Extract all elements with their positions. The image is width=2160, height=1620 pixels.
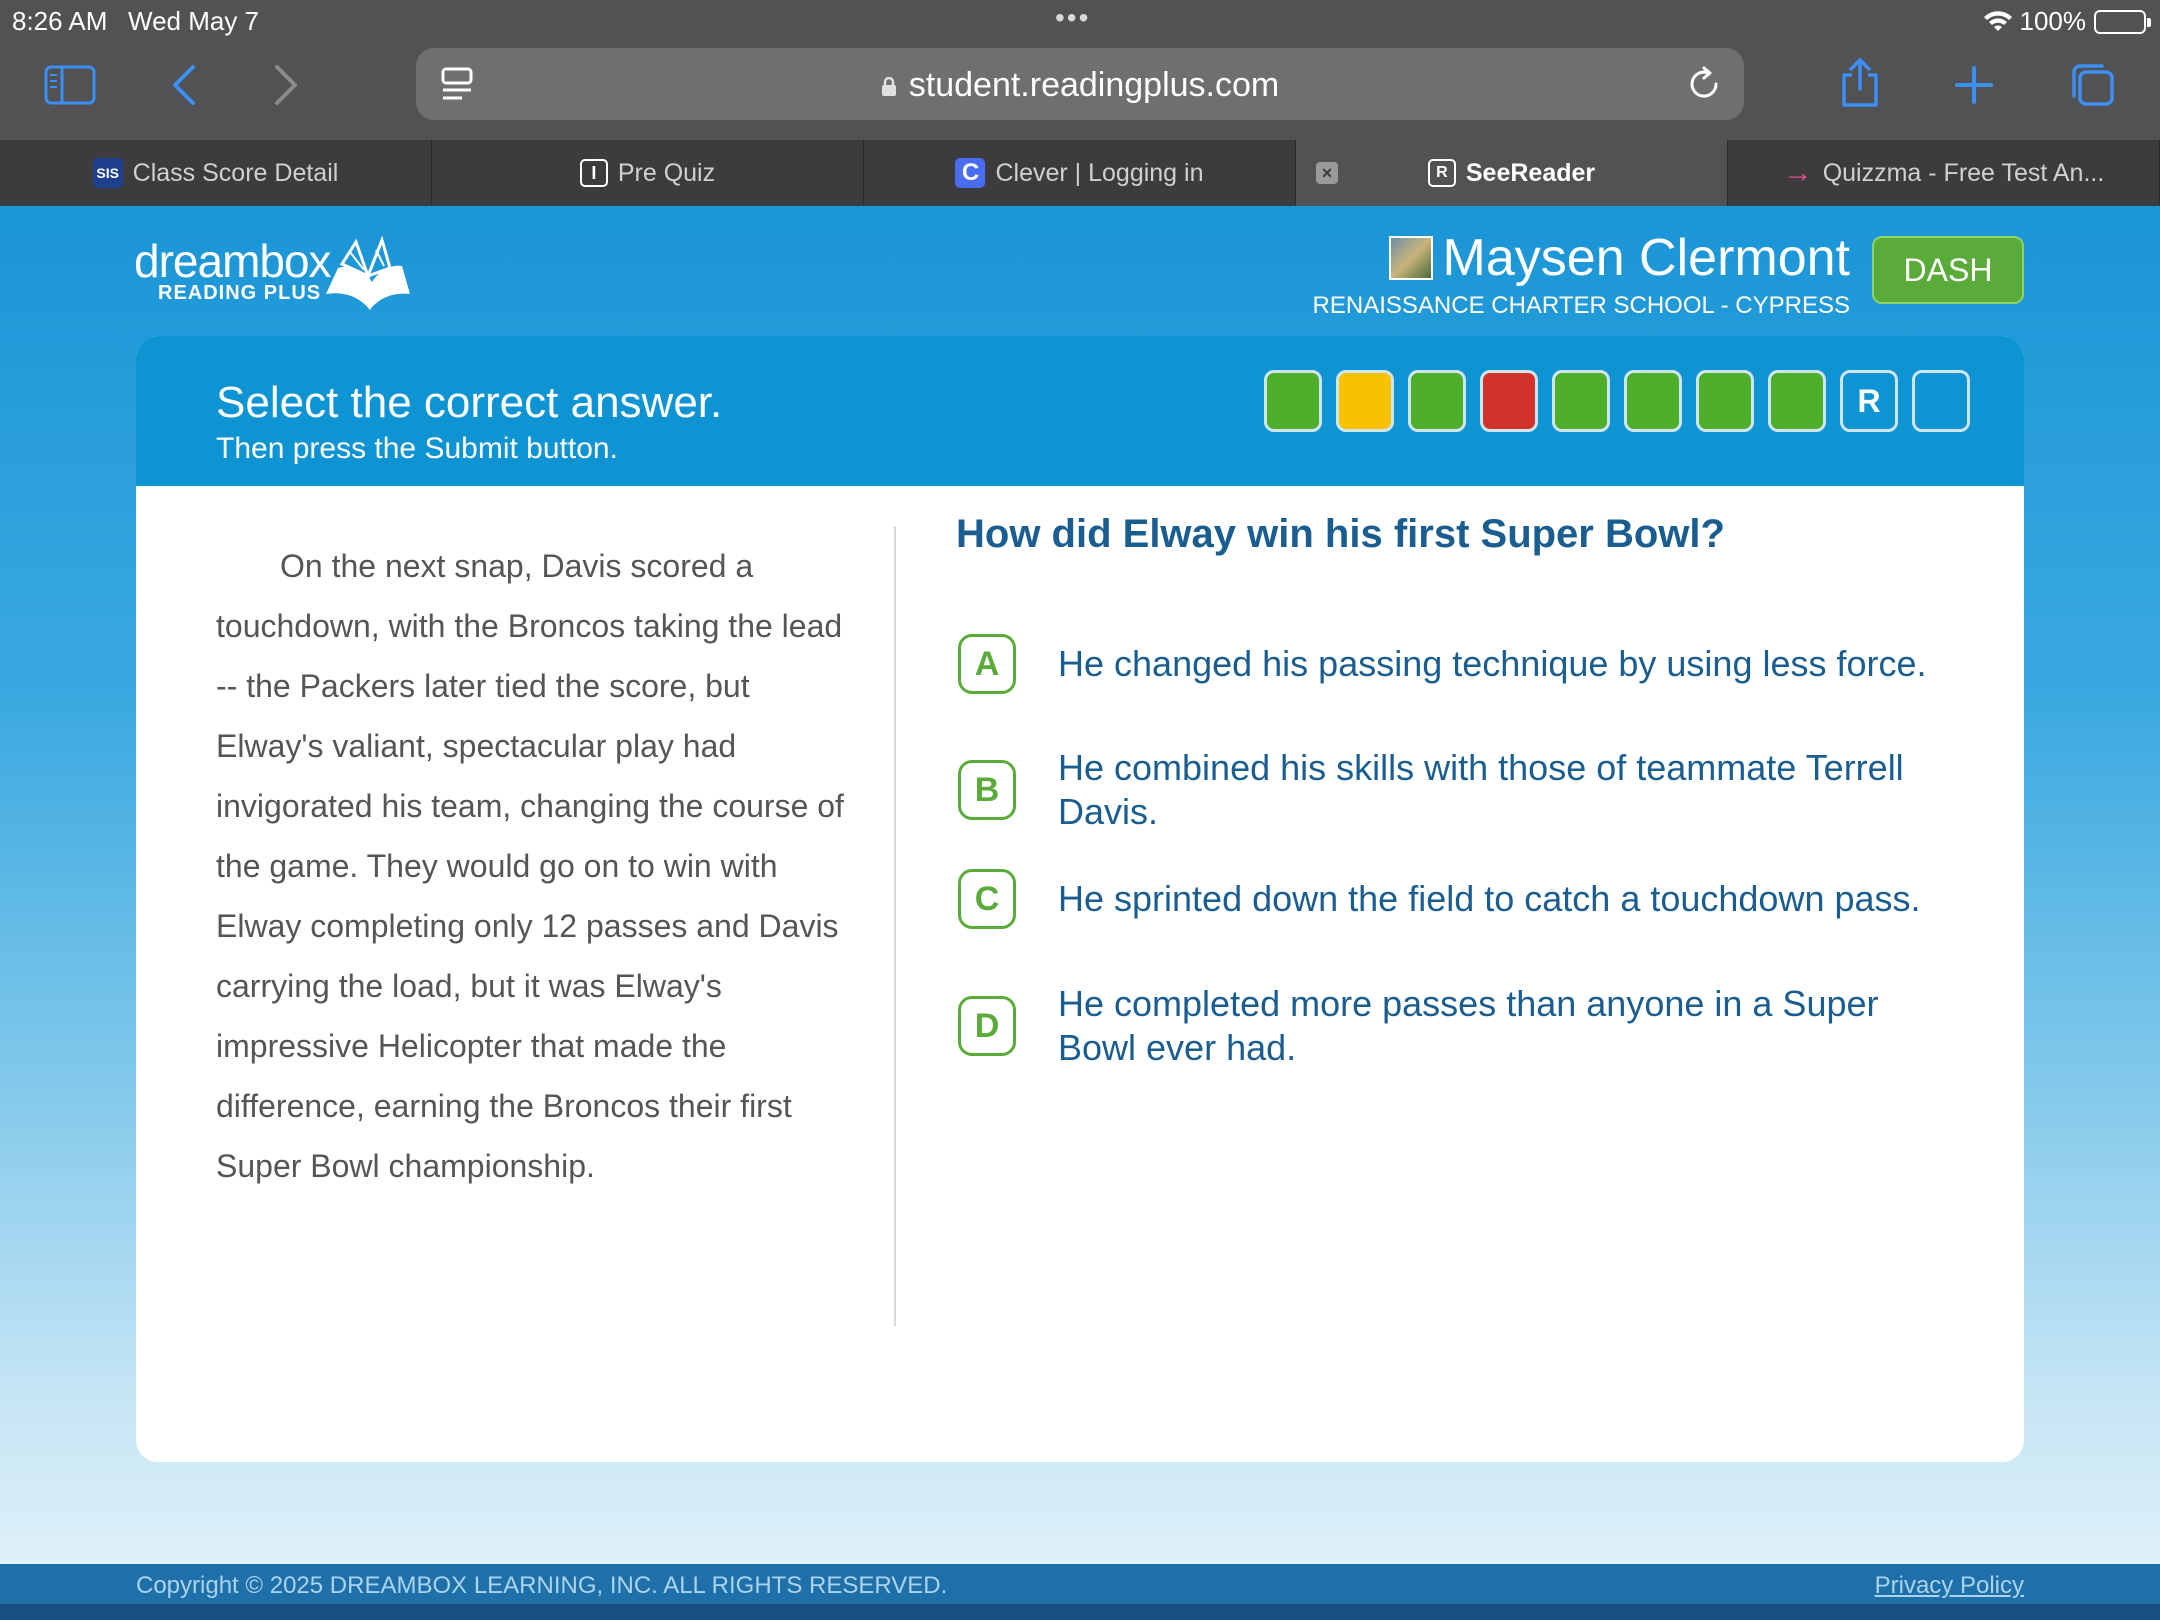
answer-letter-c[interactable]: C	[958, 869, 1016, 929]
close-tab-icon[interactable]: ×	[1316, 162, 1338, 184]
progress-box-3	[1408, 370, 1466, 432]
page: dreambox READING PLUS Maysen Clermont RE…	[0, 206, 2160, 1620]
tab-quizzma[interactable]: → Quizzma - Free Test An...	[1728, 140, 2160, 206]
answer-option-d[interactable]: D He completed more passes than anyone i…	[958, 982, 1958, 1070]
question-text: How did Elway win his first Super Bowl?	[956, 512, 1725, 556]
answer-letter-a[interactable]: A	[958, 634, 1016, 694]
user-name: Maysen Clermont	[1442, 229, 1850, 287]
dreambox-logo[interactable]: dreambox READING PLUS	[134, 234, 410, 310]
answer-text-d[interactable]: He completed more passes than anyone in …	[1058, 982, 1958, 1070]
multitasking-dots-icon[interactable]: •••	[1055, 2, 1090, 34]
column-divider	[894, 526, 896, 1326]
answer-text-c[interactable]: He sprinted down the field to catch a to…	[1058, 877, 1958, 921]
status-bar: 8:26 AM Wed May 7 ••• 100%	[0, 0, 2160, 40]
share-icon[interactable]	[1832, 58, 1888, 108]
progress-box-4	[1480, 370, 1538, 432]
address-bar[interactable]: student.readingplus.com	[416, 48, 1744, 120]
book-bird-icon	[326, 236, 410, 310]
arrow-favicon-icon: →	[1782, 156, 1813, 189]
back-icon[interactable]	[156, 60, 212, 110]
status-time: 8:26 AM	[12, 6, 108, 36]
school-name: RENAISSANCE CHARTER SCHOOL - CYPRESS	[1312, 292, 1850, 319]
tab-label: Quizzma - Free Test An...	[1822, 158, 2105, 187]
quiz-card: Select the correct answer. Then press th…	[136, 336, 2024, 1462]
url-value: student.readingplus.com	[908, 66, 1280, 104]
dash-button[interactable]: DASH	[1872, 236, 2024, 304]
clever-favicon-icon: C	[955, 158, 986, 188]
passage-text: On the next snap, Davis scored a touchdo…	[216, 548, 844, 1184]
lock-icon	[881, 77, 896, 96]
url-text[interactable]: student.readingplus.com	[416, 66, 1744, 105]
reload-icon[interactable]	[1686, 66, 1722, 102]
seereader-favicon-icon: R	[1427, 159, 1456, 187]
tab-bar: SIS Class Score Detail I Pre Quiz C Clev…	[0, 140, 2160, 206]
instruction-title: Select the correct answer.	[216, 378, 723, 427]
progress-box-10	[1912, 370, 1970, 432]
answer-letter-b[interactable]: B	[958, 760, 1016, 820]
tab-overview-icon[interactable]	[2064, 60, 2120, 110]
tab-clever[interactable]: C Clever | Logging in	[864, 140, 1296, 206]
privacy-policy-link[interactable]: Privacy Policy	[1875, 1572, 2024, 1600]
avatar[interactable]	[1388, 236, 1433, 280]
status-date: Wed May 7	[128, 6, 260, 36]
status-right: 100%	[1983, 6, 2151, 37]
tab-pre-quiz[interactable]: I Pre Quiz	[432, 140, 864, 206]
tab-label: Pre Quiz	[617, 158, 716, 187]
progress-box-5	[1552, 370, 1610, 432]
logo-subtitle: READING PLUS	[158, 282, 322, 304]
answer-option-b[interactable]: B He combined his skills with those of t…	[958, 746, 1958, 834]
progress-tracker: R	[1264, 370, 1970, 432]
browser-chrome: 8:26 AM Wed May 7 ••• 100% student.readi…	[0, 0, 2160, 140]
new-tab-icon[interactable]	[1946, 60, 2002, 110]
battery-icon	[2094, 9, 2151, 34]
logo-wordmark: dreambox	[134, 235, 332, 287]
tab-seereader[interactable]: × R SeeReader	[1296, 140, 1728, 206]
answer-text-a[interactable]: He changed his passing technique by usin…	[1058, 642, 1958, 686]
tab-label: Clever | Logging in	[995, 158, 1204, 187]
progress-box-2	[1336, 370, 1394, 432]
progress-box-9: R	[1840, 370, 1898, 432]
quiz-header: Select the correct answer. Then press th…	[136, 336, 2024, 486]
battery-percent: 100%	[2019, 6, 2087, 36]
answer-text-b[interactable]: He combined his skills with those of tea…	[1058, 746, 1958, 834]
instruction-subtitle: Then press the Submit button.	[216, 432, 618, 465]
answer-option-c[interactable]: C He sprinted down the field to catch a …	[958, 869, 1958, 929]
pre-quiz-favicon-icon: I	[579, 159, 608, 187]
forward-icon[interactable]	[258, 60, 314, 110]
copyright-text: Copyright © 2025 DREAMBOX LEARNING, INC.…	[136, 1572, 948, 1599]
tab-label: SeeReader	[1465, 158, 1596, 187]
user-info: Maysen Clermont RENAISSANCE CHARTER SCHO…	[1313, 228, 1850, 320]
progress-box-7	[1696, 370, 1754, 432]
wifi-icon	[1983, 10, 2012, 31]
answer-letter-d[interactable]: D	[958, 996, 1016, 1056]
sidebar-toggle-icon[interactable]	[42, 60, 98, 110]
tab-label: Class Score Detail	[132, 158, 339, 187]
tab-class-score-detail[interactable]: SIS Class Score Detail	[0, 140, 432, 206]
sis-favicon-icon: SIS	[92, 158, 123, 188]
progress-box-6	[1624, 370, 1682, 432]
progress-box-1	[1264, 370, 1322, 432]
answer-option-a[interactable]: A He changed his passing technique by us…	[958, 634, 1958, 694]
footer: Copyright © 2025 DREAMBOX LEARNING, INC.…	[0, 1564, 2160, 1620]
progress-box-8	[1768, 370, 1826, 432]
